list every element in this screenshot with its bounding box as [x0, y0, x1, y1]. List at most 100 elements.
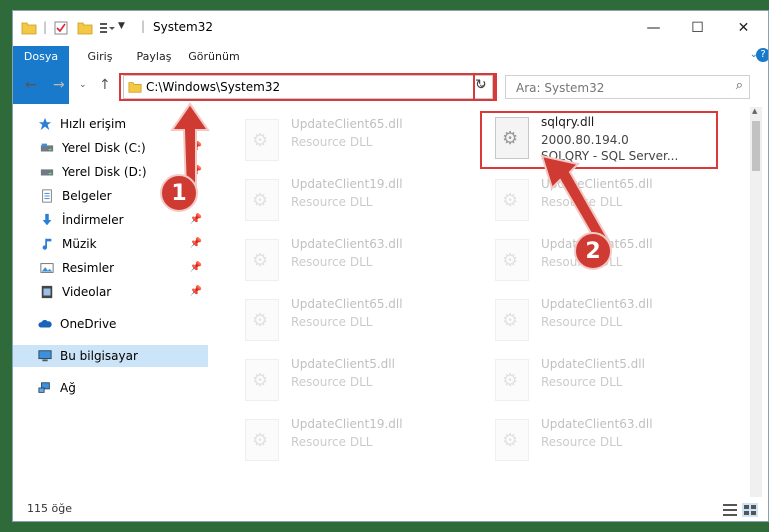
pin-icon[interactable]: 📌	[190, 262, 202, 273]
nav-label: Videolar	[62, 285, 112, 299]
file-type: Resource DLL	[541, 315, 623, 329]
dll-file-icon: ⚙	[495, 359, 529, 401]
customize-quick-access-icon[interactable]	[99, 20, 115, 36]
cloud-icon	[38, 319, 52, 328]
dll-file-icon: ⚙	[245, 239, 279, 281]
nav-item-network[interactable]: Ağ	[13, 377, 208, 399]
drive-icon	[40, 143, 54, 152]
pin-icon[interactable]: 📌	[190, 238, 202, 249]
nav-label: Belgeler	[62, 189, 112, 203]
help-icon[interactable]: ?	[756, 48, 768, 62]
file-name: UpdateClient65.dll	[291, 297, 403, 311]
star-icon	[38, 117, 52, 131]
address-bar-highlight	[119, 73, 495, 101]
file-name: UpdateClient63.dll	[541, 417, 653, 431]
tab-home[interactable]: Giriş	[77, 46, 123, 68]
nav-label: Ağ	[60, 381, 76, 395]
file-item[interactable]: ⚙ UpdateClient65.dll Resource DLL	[233, 115, 473, 173]
pin-icon[interactable]: 📌	[190, 286, 202, 297]
file-name: UpdateClient65.dll	[291, 117, 403, 131]
annotation-badge-2: 2	[574, 232, 612, 270]
tab-view[interactable]: Görünüm	[185, 46, 243, 68]
file-name: UpdateClient5.dll	[291, 357, 395, 371]
window-title: System32	[153, 20, 214, 34]
refresh-highlight	[473, 73, 497, 101]
file-name: UpdateClient19.dll	[291, 417, 403, 431]
file-type: Resource DLL	[291, 315, 373, 329]
pin-icon[interactable]: 📌	[190, 214, 202, 225]
file-name: UpdateClient63.dll	[541, 297, 653, 311]
nav-item-this-pc[interactable]: Bu bilgisayar	[13, 345, 208, 367]
new-folder-icon[interactable]	[77, 20, 93, 36]
nav-label: OneDrive	[60, 317, 117, 331]
nav-item-music[interactable]: Müzik 📌	[13, 233, 208, 255]
nav-label: Yerel Disk (C:)	[62, 141, 146, 155]
dll-file-icon: ⚙	[245, 359, 279, 401]
documents-icon	[42, 189, 52, 203]
dll-file-icon: ⚙	[495, 239, 529, 281]
file-item[interactable]: ⚙ UpdateClient19.dll Resource DLL	[233, 415, 473, 473]
properties-icon[interactable]	[53, 20, 69, 36]
file-name: UpdateClient5.dll	[541, 357, 645, 371]
dll-file-icon: ⚙	[245, 179, 279, 221]
file-type: Resource DLL	[291, 135, 373, 149]
network-icon	[38, 382, 50, 393]
nav-label: Resimler	[62, 261, 115, 275]
annotation-badge-1: 1	[160, 174, 198, 212]
nav-item-onedrive[interactable]: OneDrive	[13, 313, 208, 335]
folder-icon	[21, 22, 37, 35]
search-input[interactable]	[514, 79, 718, 97]
file-item[interactable]: ⚙ UpdateClient63.dll Resource DLL	[233, 235, 473, 293]
tiles-view-icon[interactable]	[742, 503, 758, 517]
vertical-scrollbar[interactable]: ▲	[750, 107, 762, 497]
scroll-up-icon[interactable]: ▲	[752, 107, 757, 115]
pictures-icon	[40, 263, 54, 273]
file-name: UpdateClient19.dll	[291, 177, 403, 191]
back-icon[interactable]: ←	[25, 77, 37, 93]
file-item[interactable]: ⚙ UpdateClient5.dll Resource DLL	[483, 355, 723, 413]
nav-label: Yerel Disk (D:)	[62, 165, 147, 179]
forward-icon[interactable]: →	[53, 77, 65, 93]
divider: |	[43, 20, 48, 34]
minimize-button[interactable]: —	[631, 11, 676, 45]
file-type: Resource DLL	[291, 375, 373, 389]
details-view-icon[interactable]	[722, 503, 738, 517]
search-box[interactable]: ⌕	[505, 75, 750, 99]
file-item[interactable]: ⚙ UpdateClient19.dll Resource DLL	[233, 175, 473, 233]
nav-label: Hızlı erişim	[60, 117, 127, 131]
drive-icon	[40, 169, 54, 176]
file-type: Resource DLL	[541, 435, 623, 449]
videos-icon	[41, 285, 53, 299]
up-icon[interactable]: ↑	[99, 77, 111, 93]
close-button[interactable]: ✕	[721, 11, 766, 45]
search-icon[interactable]: ⌕	[736, 78, 743, 93]
divider: |	[141, 19, 146, 33]
dll-file-icon: ⚙	[245, 299, 279, 341]
nav-item-pictures[interactable]: Resimler 📌	[13, 257, 208, 279]
music-icon	[42, 238, 52, 250]
dropdown-icon[interactable]: ▼	[118, 21, 125, 31]
nav-label: Müzik	[62, 237, 97, 251]
file-type: Resource DLL	[291, 435, 373, 449]
file-item[interactable]: ⚙ UpdateClient63.dll Resource DLL	[483, 295, 723, 353]
file-name: UpdateClient63.dll	[291, 237, 403, 251]
nav-item-videos[interactable]: Videolar 📌	[13, 281, 208, 303]
file-item[interactable]: ⚙ UpdateClient5.dll Resource DLL	[233, 355, 473, 413]
recent-locations-icon[interactable]: ⌄	[79, 80, 87, 90]
dll-file-icon: ⚙	[495, 299, 529, 341]
tab-share[interactable]: Paylaş	[129, 46, 179, 68]
dll-file-icon: ⚙	[245, 119, 279, 161]
dll-file-icon: ⚙	[495, 419, 529, 461]
scroll-thumb[interactable]	[752, 121, 760, 171]
nav-label: İndirmeler	[62, 213, 124, 227]
file-item[interactable]: ⚙ UpdateClient65.dll Resource DLL	[233, 295, 473, 353]
maximize-button[interactable]: ☐	[675, 11, 720, 45]
title-bar: | ▼ | System32 — ☐ ✕	[13, 11, 768, 45]
explorer-window: | ▼ | System32 — ☐ ✕ Dosya Giriş Paylaş …	[12, 10, 769, 522]
ribbon-tabs: Dosya Giriş Paylaş Görünüm ⌄ ?	[13, 46, 768, 104]
nav-item-downloads[interactable]: İndirmeler 📌	[13, 209, 208, 231]
file-item[interactable]: ⚙ UpdateClient63.dll Resource DLL	[483, 415, 723, 473]
dll-file-icon: ⚙	[245, 419, 279, 461]
dll-file-icon: ⚙	[495, 179, 529, 221]
nav-label: Bu bilgisayar	[60, 349, 138, 363]
